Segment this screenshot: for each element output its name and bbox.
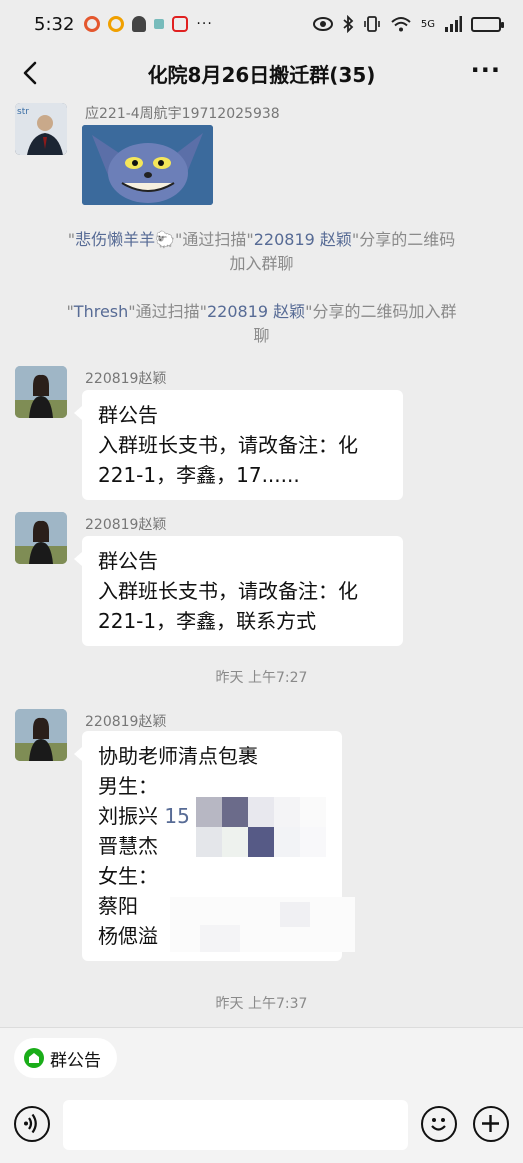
plus-icon[interactable] <box>473 1106 509 1142</box>
time-separator: 昨天 上午7:37 <box>215 996 308 1012</box>
system-text: "分享的二维码 <box>351 230 456 249</box>
avatar[interactable] <box>15 512 67 564</box>
eye-icon <box>312 17 333 31</box>
status-app-icons: ··· <box>84 16 212 32</box>
system-message: "Thresh"通过扫描"220819 赵颖"分享的二维码加入群 聊 <box>30 300 493 348</box>
system-text: 加入群聊 <box>229 254 294 273</box>
mosaic-pattern-icon <box>196 797 326 857</box>
member-link[interactable]: 220819 赵颖 <box>254 230 352 249</box>
mosaic-pattern-icon <box>170 897 355 952</box>
back-arrow-icon[interactable] <box>16 58 46 88</box>
status-bar: 5:32 ··· 5G <box>0 0 523 48</box>
sender-name: 220819赵颖 <box>85 714 167 730</box>
system-message: "悲伤懒羊羊🐑"通过扫描"220819 赵颖"分享的二维码 加入群聊 <box>30 228 493 276</box>
sender-name: 220819赵颖 <box>85 517 167 533</box>
more-notifications-icon: ··· <box>196 16 213 32</box>
message-input[interactable] <box>63 1100 408 1150</box>
group-announcement-button[interactable]: 群公告 <box>14 1038 117 1078</box>
record-icon <box>84 16 101 32</box>
member-link[interactable]: 220819 赵颖 <box>207 302 305 321</box>
sticker-image[interactable] <box>82 125 213 205</box>
time-separator: 昨天 上午7:27 <box>215 670 308 686</box>
signal-icon <box>445 16 462 32</box>
system-text: "分享的二维码加入群 <box>305 302 457 321</box>
system-text: "通过扫描" <box>128 302 207 321</box>
input-bar <box>0 1087 523 1163</box>
redaction-mosaic <box>170 897 355 952</box>
avatar[interactable] <box>15 366 67 418</box>
system-text: 聊 <box>253 326 270 345</box>
message-line: 入群班长支书，请改备注：化 <box>98 579 358 603</box>
more-options-icon[interactable]: ··· <box>471 56 501 84</box>
member-link[interactable]: 悲伤懒羊羊🐑 <box>75 230 175 249</box>
chat-title: 化院8月26日搬迁群(35) <box>147 62 376 87</box>
phone-link[interactable]: 15 <box>164 804 189 828</box>
message-line: 协助老师清点包裹 <box>98 744 258 768</box>
wifi-icon <box>391 17 411 32</box>
sender-name: 220819赵颖 <box>85 371 167 387</box>
person-photo-icon <box>15 512 67 564</box>
status-system-icons: 5G <box>312 15 504 33</box>
message-line: 221-1，李鑫，17...... <box>98 463 300 487</box>
qq-icon <box>132 16 147 32</box>
chat-header: 化院8月26日搬迁群(35) ··· <box>0 48 523 98</box>
message-bubble[interactable]: 群公告 入群班长支书，请改备注：化 221-1，李鑫，联系方式 <box>74 536 403 646</box>
person-photo-icon: str <box>15 103 67 155</box>
system-text: " <box>66 302 74 321</box>
vibrate-icon <box>364 16 380 32</box>
message-bubble[interactable]: 群公告 入群班长支书，请改备注：化 221-1，李鑫，17...... <box>74 390 403 500</box>
announcement-bar: 群公告 <box>0 1027 523 1087</box>
message-line: 群公告 <box>98 403 158 427</box>
group-announcement-label: 群公告 <box>50 1050 101 1071</box>
message-line-text: 刘振兴 <box>98 804 158 828</box>
network-type: 5G <box>420 18 435 30</box>
system-text: "通过扫描" <box>175 230 254 249</box>
avatar[interactable] <box>15 709 67 761</box>
cartoon-cat-icon <box>82 125 213 205</box>
member-link[interactable]: Thresh <box>74 302 128 321</box>
red-app-icon <box>172 16 189 32</box>
redaction-mosaic <box>196 797 326 857</box>
message-line: 群公告 <box>98 549 158 573</box>
emoji-icon[interactable] <box>421 1106 457 1142</box>
voice-icon[interactable] <box>14 1106 50 1142</box>
battery-icon <box>471 16 504 32</box>
avatar[interactable]: str <box>15 103 67 155</box>
message-line: 女生： <box>98 864 158 888</box>
svg-text:str: str <box>17 107 29 117</box>
circle-app-icon <box>108 16 125 32</box>
system-text: " <box>67 230 76 249</box>
sender-name: 应221-4周航宇19712025938 <box>85 106 280 122</box>
person-photo-icon <box>15 709 67 761</box>
small-app-icon <box>154 19 165 29</box>
message-line: 入群班长支书，请改备注：化 <box>98 433 358 457</box>
status-time: 5:32 <box>34 13 75 35</box>
bluetooth-icon <box>343 15 354 33</box>
announcement-icon <box>24 1048 44 1068</box>
message-line: 221-1，李鑫，联系方式 <box>98 609 317 633</box>
person-photo-icon <box>15 366 67 418</box>
